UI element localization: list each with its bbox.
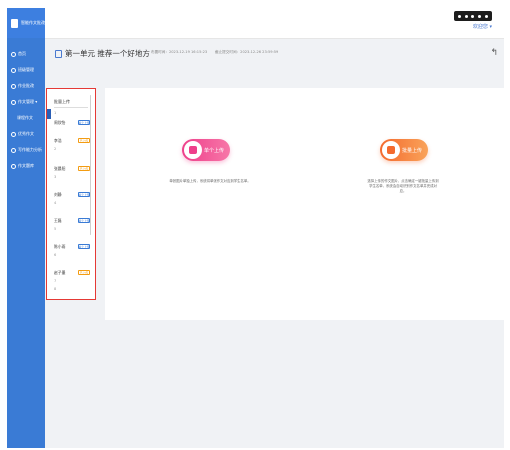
main-content: 第一单元 推荐一个好地方 布置时间：2023-12-19 16:15:23 截止… <box>45 38 504 448</box>
sidebar-item-label: 首页 <box>18 51 26 56</box>
student-name: 赵子墨 <box>54 270 66 275</box>
sidebar-item-home[interactable]: 首页 <box>7 46 45 62</box>
batch-upload-description: 选择上传的作文图片，点击确定一键批量上传到学生名单，系统会自动识别作文名单并完成… <box>367 179 439 193</box>
single-upload-button[interactable]: 单个上传 <box>182 139 230 161</box>
row-upload-button[interactable]: 单个上传 <box>78 192 90 197</box>
sidebar-item-bank[interactable]: 作文题库 <box>7 158 45 174</box>
deadline-time: 截止提交时间：2023-12-26 23:59:59 <box>215 50 279 54</box>
user-area[interactable]: 欢迎您 ▾ <box>442 11 492 31</box>
help-icon[interactable] <box>478 14 482 18</box>
settings-icon[interactable] <box>471 14 475 18</box>
sidebar-item-label: 班级管理 <box>18 67 34 72</box>
list-item: 李浩 已上传 <box>54 129 90 143</box>
message-icon[interactable] <box>464 14 468 18</box>
page-header: 第一单元 推荐一个好地方 布置时间：2023-12-19 16:15:23 截止… <box>55 48 504 64</box>
sidebar-item-label: 作文管理 ▾ <box>18 99 38 104</box>
sidebar-item-label: 课程作文 <box>17 115 33 120</box>
upload-card: 单个上传 单张图片单独上传，系统将单张作文对应到学生名单。 批量上传 选择上传的… <box>105 88 504 320</box>
student-name: 王磊 <box>54 218 62 223</box>
row-index: 4 <box>54 201 57 205</box>
sidebar-item-class[interactable]: 班级管理 <box>7 62 45 78</box>
fullscreen-icon[interactable] <box>485 14 489 18</box>
sidebar-item-homework[interactable]: 作业批改 <box>7 78 45 94</box>
list-item: 8 <box>54 287 90 296</box>
student-name: 陈小雨 <box>54 244 66 249</box>
page-title: 第一单元 推荐一个好地方 <box>65 49 150 58</box>
row-index: 7 <box>54 279 57 283</box>
toolbar-icons[interactable] <box>454 11 492 21</box>
list-item: 赵子墨 已上传 <box>54 261 90 275</box>
sidebar-item-excellent[interactable]: 优秀作文 <box>7 126 45 142</box>
assigned-time: 布置时间：2023-12-19 16:15:23 <box>151 50 208 54</box>
divider <box>54 107 88 108</box>
list-item: 1 周欣怡 单个上传 <box>54 111 90 125</box>
sidebar-item-essay-manage[interactable]: 作文管理 ▾ <box>7 94 45 110</box>
sidebar-item-analysis[interactable]: 写作能力分析 <box>7 142 45 158</box>
row-status-button[interactable]: 已上传 <box>78 138 90 143</box>
sidebar-item-label: 优秀作文 <box>18 131 34 136</box>
panel-toggle-handle[interactable] <box>47 109 51 119</box>
row-status-button[interactable]: 已上传 <box>78 166 90 171</box>
images-icon <box>387 146 395 154</box>
logo-icon <box>11 18 18 28</box>
sidebar: 首页 班级管理 作业批改 作文管理 ▾ 课程作文 优秀作文 写作能力分析 作文题… <box>7 38 45 448</box>
row-index: 1 <box>54 111 57 115</box>
star-icon <box>11 131 16 137</box>
student-name: 刘静 <box>54 192 62 197</box>
class-icon <box>11 67 16 73</box>
student-name: 张晨阳 <box>54 166 66 171</box>
brand-title: 智能作文批改 <box>21 20 45 25</box>
top-bar: 智能作文批改 欢迎您 ▾ <box>7 8 504 39</box>
list-item: 2 <box>54 147 90 156</box>
row-index: 5 <box>54 227 57 231</box>
row-upload-button[interactable]: 单个上传 <box>78 218 90 223</box>
student-upload-panel: 批量上传 1 周欣怡 单个上传 李浩 已上传 2 张晨阳 已上传 3 刘静 单个… <box>46 88 96 300</box>
home-icon <box>11 51 16 57</box>
sidebar-subitem-course-essay[interactable]: 课程作文 <box>7 110 45 126</box>
single-upload-description: 单张图片单独上传，系统将单张作文对应到学生名单。 <box>169 179 251 183</box>
row-index: 8 <box>54 287 57 291</box>
book-icon <box>11 163 16 169</box>
single-upload-label: 单个上传 <box>204 147 225 154</box>
row-index: 6 <box>54 253 57 257</box>
sidebar-item-label: 作业批改 <box>18 83 34 88</box>
row-index: 2 <box>54 147 57 151</box>
back-icon[interactable]: ↰ <box>490 48 498 58</box>
single-upload-icon <box>184 141 202 159</box>
sidebar-item-label: 写作能力分析 <box>18 147 42 152</box>
image-icon <box>189 146 197 154</box>
student-name: 周欣怡 <box>54 120 66 125</box>
panel-heading: 批量上传 <box>54 99 70 104</box>
homework-icon <box>11 83 16 89</box>
list-item: 刘静 单个上传 <box>54 183 90 197</box>
user-name[interactable]: 欢迎您 ▾ <box>473 23 492 30</box>
row-status-button[interactable]: 已上传 <box>78 270 90 275</box>
list-item: 张晨阳 已上传 <box>54 157 90 171</box>
batch-upload-label: 批量上传 <box>402 147 423 154</box>
sidebar-item-label: 作文题库 <box>18 163 34 168</box>
list-item: 陈小雨 单个上传 <box>54 235 90 249</box>
row-index: 3 <box>54 175 57 179</box>
app-window: 智能作文批改 欢迎您 ▾ 首页 班级管理 作业批改 作文管理 ▾ 课程作文 优秀… <box>7 8 504 448</box>
row-upload-button[interactable]: 单个上传 <box>78 120 90 125</box>
document-icon <box>55 50 62 58</box>
essay-icon <box>11 99 16 105</box>
row-upload-button[interactable]: 单个上传 <box>78 244 90 249</box>
list-item: 王磊 单个上传 <box>54 209 90 223</box>
student-name: 李浩 <box>54 138 62 143</box>
chart-icon <box>11 147 16 153</box>
batch-upload-icon <box>382 141 400 159</box>
brand[interactable]: 智能作文批改 <box>7 8 45 38</box>
bell-icon[interactable] <box>457 14 461 18</box>
batch-upload-button[interactable]: 批量上传 <box>380 139 428 161</box>
